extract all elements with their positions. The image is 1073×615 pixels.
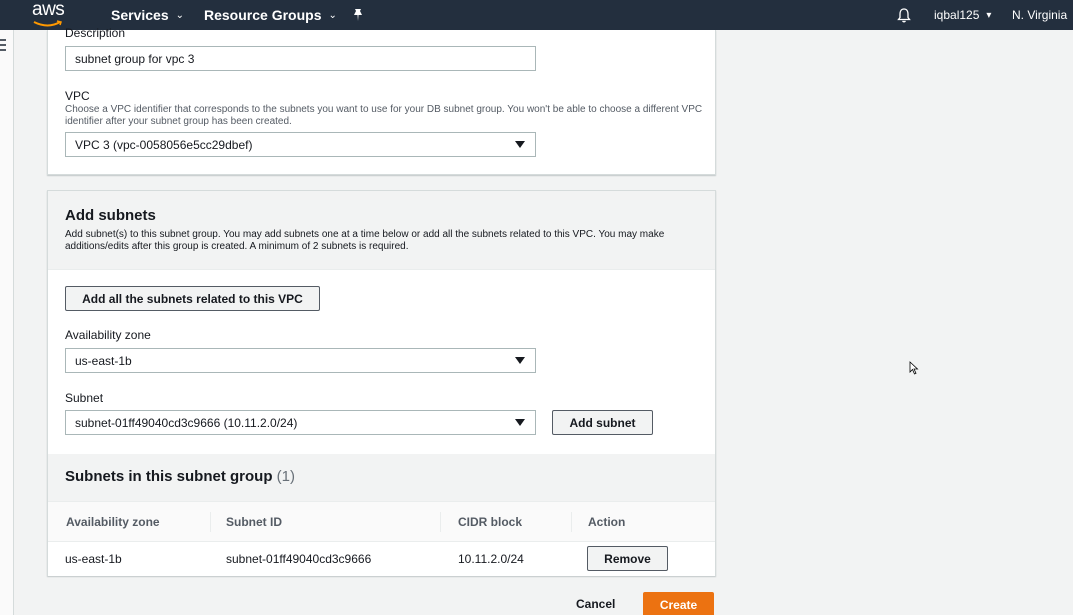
subnet-group-header: Subnets in this subnet group (1) (48, 454, 715, 502)
chevron-down-icon: ⌄ (328, 9, 337, 21)
column-divider (440, 512, 441, 532)
column-header-action: Action (588, 515, 626, 529)
top-nav: aws Services ⌄ Resource Groups ⌄ iqbal12… (0, 0, 1073, 30)
add-subnets-panel: Add subnets Add subnet(s) to this subnet… (47, 190, 716, 576)
row-subnet-id: subnet-01ff49040cd3c9666 (226, 552, 372, 566)
user-menu[interactable]: iqbal125 ▾ (934, 0, 991, 30)
row-availability-zone: us-east-1b (65, 552, 122, 566)
user-name: iqbal125 (934, 8, 980, 22)
add-subnet-button[interactable]: Add subnet (552, 410, 653, 435)
resource-groups-menu[interactable]: Resource Groups ⌄ (204, 0, 337, 30)
menu-icon[interactable] (0, 39, 6, 51)
description-label: Description (65, 26, 126, 40)
subnet-group-count: (1) (276, 468, 296, 485)
side-nav-strip (0, 30, 14, 615)
remove-button[interactable]: Remove (587, 546, 668, 571)
vpc-select[interactable]: VPC 3 (vpc-0058056e5cc29dbef) (65, 132, 536, 157)
vpc-select-value: VPC 3 (vpc-0058056e5cc29dbef) (75, 137, 253, 152)
bell-icon[interactable] (897, 0, 913, 30)
aws-smile-icon (33, 20, 62, 27)
column-header-availability-zone[interactable]: Availability zone (66, 515, 160, 529)
column-header-cidr-block[interactable]: CIDR block (458, 515, 522, 529)
add-subnets-title: Add subnets (65, 207, 156, 224)
cancel-button[interactable]: Cancel (576, 597, 615, 611)
pin-icon[interactable] (352, 0, 366, 30)
region-name: N. Virginia (1012, 8, 1068, 22)
subnet-group-title-text: Subnets in this subnet group (65, 468, 273, 485)
caret-down-icon (515, 141, 525, 148)
row-cidr-block: 10.11.2.0/24 (458, 552, 524, 566)
subnet-select[interactable]: subnet-01ff49040cd3c9666 (10.11.2.0/24) (65, 410, 536, 435)
vpc-help-text: Choose a VPC identifier that corresponds… (65, 104, 703, 127)
column-divider (210, 512, 211, 532)
resource-groups-label: Resource Groups (204, 7, 322, 23)
subnet-group-title: Subnets in this subnet group (1) (65, 468, 295, 485)
aws-logo-text: aws (32, 0, 65, 20)
table-row: us-east-1b subnet-01ff49040cd3c9666 10.1… (48, 542, 715, 576)
subnet-value: subnet-01ff49040cd3c9666 (10.11.2.0/24) (75, 415, 298, 430)
aws-logo[interactable]: aws (30, 0, 70, 30)
add-subnets-help: Add subnet(s) to this subnet group. You … (65, 229, 665, 252)
column-divider (571, 512, 572, 532)
add-subnets-header: Add subnets Add subnet(s) to this subnet… (48, 191, 715, 270)
availability-zone-value: us-east-1b (75, 353, 132, 368)
table-header: Availability zone Subnet ID CIDR block A… (48, 502, 715, 542)
chevron-down-icon: ▾ (986, 9, 992, 21)
vpc-label: VPC (65, 89, 90, 103)
availability-zone-select[interactable]: us-east-1b (65, 348, 536, 373)
create-button[interactable]: Create (643, 592, 714, 615)
details-panel: Description subnet group for vpc 3 VPC C… (47, 26, 716, 175)
caret-down-icon (515, 419, 525, 426)
chevron-down-icon: ⌄ (175, 9, 184, 21)
caret-down-icon (515, 357, 525, 364)
region-menu[interactable]: N. Virginia (1012, 0, 1067, 30)
mouse-cursor-icon (909, 361, 919, 375)
subnet-label: Subnet (65, 391, 104, 405)
add-all-subnets-button[interactable]: Add all the subnets related to this VPC (65, 286, 320, 311)
description-input[interactable]: subnet group for vpc 3 (65, 46, 536, 71)
column-header-subnet-id[interactable]: Subnet ID (226, 515, 282, 529)
availability-zone-label: Availability zone (65, 328, 151, 342)
services-label: Services (111, 7, 169, 23)
